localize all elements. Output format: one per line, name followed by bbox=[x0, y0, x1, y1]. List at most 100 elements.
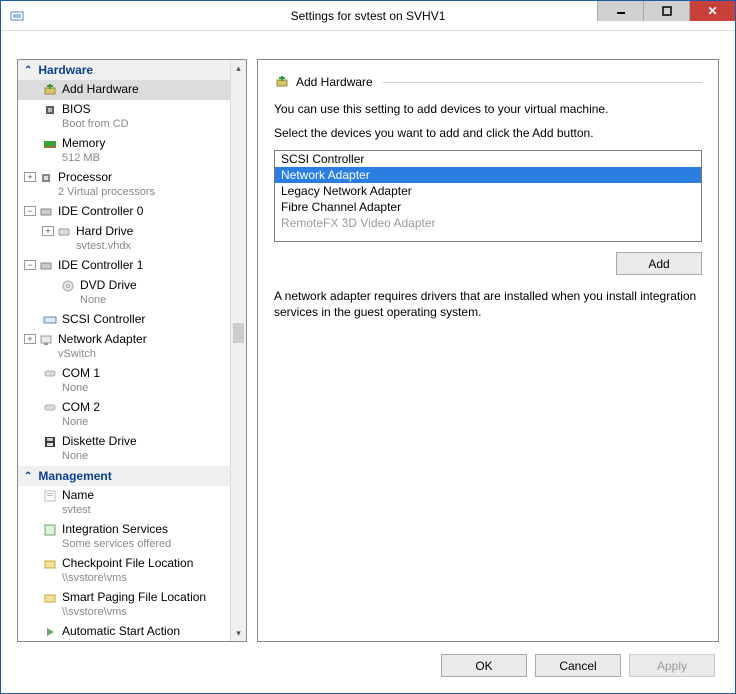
settings-tree[interactable]: ⌃ Hardware Add Hardware BIOS Boot from C… bbox=[18, 60, 230, 641]
tree-item-sublabel: None bbox=[62, 415, 100, 430]
tree-item-label: Processor bbox=[58, 170, 155, 185]
tree-section-management[interactable]: ⌃ Management bbox=[18, 466, 230, 486]
tree-item-label: Name bbox=[62, 488, 94, 503]
dialog-footer: OK Cancel Apply bbox=[1, 642, 735, 693]
tree-item-sublabel: None bbox=[62, 639, 180, 641]
collapse-icon[interactable]: − bbox=[24, 260, 36, 270]
tree-item-label: Integration Services bbox=[62, 522, 171, 537]
tree-item-add-hardware[interactable]: Add Hardware bbox=[18, 80, 230, 100]
tree-item-label: IDE Controller 0 bbox=[58, 204, 143, 219]
minimize-button[interactable] bbox=[597, 1, 643, 21]
collapse-icon: ⌃ bbox=[24, 471, 32, 482]
tree-section-label: Management bbox=[38, 469, 111, 483]
tree-item-com2[interactable]: COM 2 None bbox=[18, 398, 230, 432]
tree-item-integration[interactable]: Integration Services Some services offer… bbox=[18, 520, 230, 554]
device-item[interactable]: Fibre Channel Adapter bbox=[275, 199, 701, 215]
device-list[interactable]: SCSI ControllerNetwork AdapterLegacy Net… bbox=[274, 150, 702, 242]
disk-icon bbox=[56, 224, 72, 240]
tree-item-com1[interactable]: COM 1 None bbox=[18, 364, 230, 398]
memory-icon bbox=[42, 136, 58, 152]
settings-tree-panel: ⌃ Hardware Add Hardware BIOS Boot from C… bbox=[17, 59, 247, 642]
tree-item-name[interactable]: Name svtest bbox=[18, 486, 230, 520]
tree-item-label: COM 1 bbox=[62, 366, 100, 381]
integration-icon bbox=[42, 522, 58, 538]
tree-item-label: Checkpoint File Location bbox=[62, 556, 193, 571]
apply-button[interactable]: Apply bbox=[629, 654, 715, 677]
name-icon bbox=[42, 488, 58, 504]
tree-item-sublabel: None bbox=[62, 449, 137, 464]
device-item: RemoteFX 3D Video Adapter bbox=[275, 215, 701, 231]
chip-icon bbox=[42, 102, 58, 118]
folder-icon bbox=[42, 590, 58, 606]
collapse-icon[interactable]: − bbox=[24, 206, 36, 216]
controller-icon bbox=[38, 258, 54, 274]
tree-item-sublabel: None bbox=[62, 381, 100, 396]
scroll-thumb[interactable] bbox=[233, 323, 244, 343]
tree-item-sublabel: svtest bbox=[62, 503, 94, 518]
scroll-down-button[interactable]: ▾ bbox=[231, 625, 246, 641]
tree-scrollbar[interactable]: ▴ ▾ bbox=[230, 60, 246, 641]
tree-item-label: BIOS bbox=[62, 102, 129, 117]
detail-hint: A network adapter requires drivers that … bbox=[274, 289, 702, 320]
tree-item-memory[interactable]: Memory 512 MB bbox=[18, 134, 230, 168]
titlebar: Settings for svtest on SVHV1 ✕ bbox=[1, 1, 735, 31]
tree-item-paging[interactable]: Smart Paging File Location \\svstore\vms bbox=[18, 588, 230, 622]
maximize-button[interactable] bbox=[643, 1, 689, 21]
detail-panel: Add Hardware You can use this setting to… bbox=[257, 59, 719, 642]
device-item[interactable]: Legacy Network Adapter bbox=[275, 183, 701, 199]
tree-item-processor[interactable]: + Processor 2 Virtual processors bbox=[18, 168, 230, 202]
expand-icon[interactable]: + bbox=[42, 226, 54, 236]
tree-item-sublabel: 2 Virtual processors bbox=[58, 185, 155, 200]
tree-item-label: Memory bbox=[62, 136, 105, 151]
tree-item-autostart[interactable]: Automatic Start Action None bbox=[18, 622, 230, 641]
cancel-button[interactable]: Cancel bbox=[535, 654, 621, 677]
tree-item-network[interactable]: + Network Adapter vSwitch bbox=[18, 330, 230, 364]
tree-item-sublabel: Boot from CD bbox=[62, 117, 129, 132]
ok-button[interactable]: OK bbox=[441, 654, 527, 677]
tree-item-sublabel: \\svstore\vms bbox=[62, 605, 206, 620]
dvd-icon bbox=[60, 278, 76, 294]
add-button[interactable]: Add bbox=[616, 252, 702, 275]
divider bbox=[383, 82, 702, 83]
expand-icon[interactable]: + bbox=[24, 334, 36, 344]
scroll-up-button[interactable]: ▴ bbox=[231, 60, 246, 76]
floppy-icon bbox=[42, 434, 58, 450]
add-hardware-icon bbox=[42, 82, 58, 98]
collapse-icon: ⌃ bbox=[24, 65, 32, 76]
tree-item-label: Hard Drive bbox=[76, 224, 133, 239]
start-action-icon bbox=[42, 624, 58, 640]
tree-item-hard-drive[interactable]: + Hard Drive svtest.vhdx bbox=[18, 222, 230, 256]
app-icon bbox=[9, 8, 25, 24]
serial-icon bbox=[42, 366, 58, 382]
detail-title: Add Hardware bbox=[296, 75, 373, 89]
tree-item-label: Smart Paging File Location bbox=[62, 590, 206, 605]
network-icon bbox=[38, 332, 54, 348]
tree-section-hardware[interactable]: ⌃ Hardware bbox=[18, 60, 230, 80]
close-button[interactable]: ✕ bbox=[689, 1, 735, 21]
add-hardware-icon bbox=[274, 74, 290, 90]
tree-item-dvd[interactable]: DVD Drive None bbox=[18, 276, 230, 310]
expand-icon[interactable]: + bbox=[24, 172, 36, 182]
tree-item-sublabel: \\svstore\vms bbox=[62, 571, 193, 586]
tree-item-label: Automatic Start Action bbox=[62, 624, 180, 639]
processor-icon bbox=[38, 170, 54, 186]
tree-item-label: Network Adapter bbox=[58, 332, 147, 347]
tree-item-ide1[interactable]: − IDE Controller 1 bbox=[18, 256, 230, 276]
tree-item-sublabel: None bbox=[80, 293, 137, 308]
tree-item-label: Add Hardware bbox=[62, 82, 139, 97]
tree-item-label: DVD Drive bbox=[80, 278, 137, 293]
detail-instruction: Select the devices you want to add and c… bbox=[274, 126, 702, 140]
detail-description: You can use this setting to add devices … bbox=[274, 102, 702, 116]
scroll-track[interactable] bbox=[231, 76, 246, 625]
tree-item-diskette[interactable]: Diskette Drive None bbox=[18, 432, 230, 466]
controller-icon bbox=[38, 204, 54, 220]
device-item[interactable]: SCSI Controller bbox=[275, 151, 701, 167]
tree-item-bios[interactable]: BIOS Boot from CD bbox=[18, 100, 230, 134]
tree-section-label: Hardware bbox=[38, 63, 93, 77]
tree-item-label: SCSI Controller bbox=[62, 312, 145, 327]
folder-icon bbox=[42, 556, 58, 572]
tree-item-ide0[interactable]: − IDE Controller 0 bbox=[18, 202, 230, 222]
tree-item-checkpoint[interactable]: Checkpoint File Location \\svstore\vms bbox=[18, 554, 230, 588]
tree-item-scsi[interactable]: SCSI Controller bbox=[18, 310, 230, 330]
device-item[interactable]: Network Adapter bbox=[275, 167, 701, 183]
